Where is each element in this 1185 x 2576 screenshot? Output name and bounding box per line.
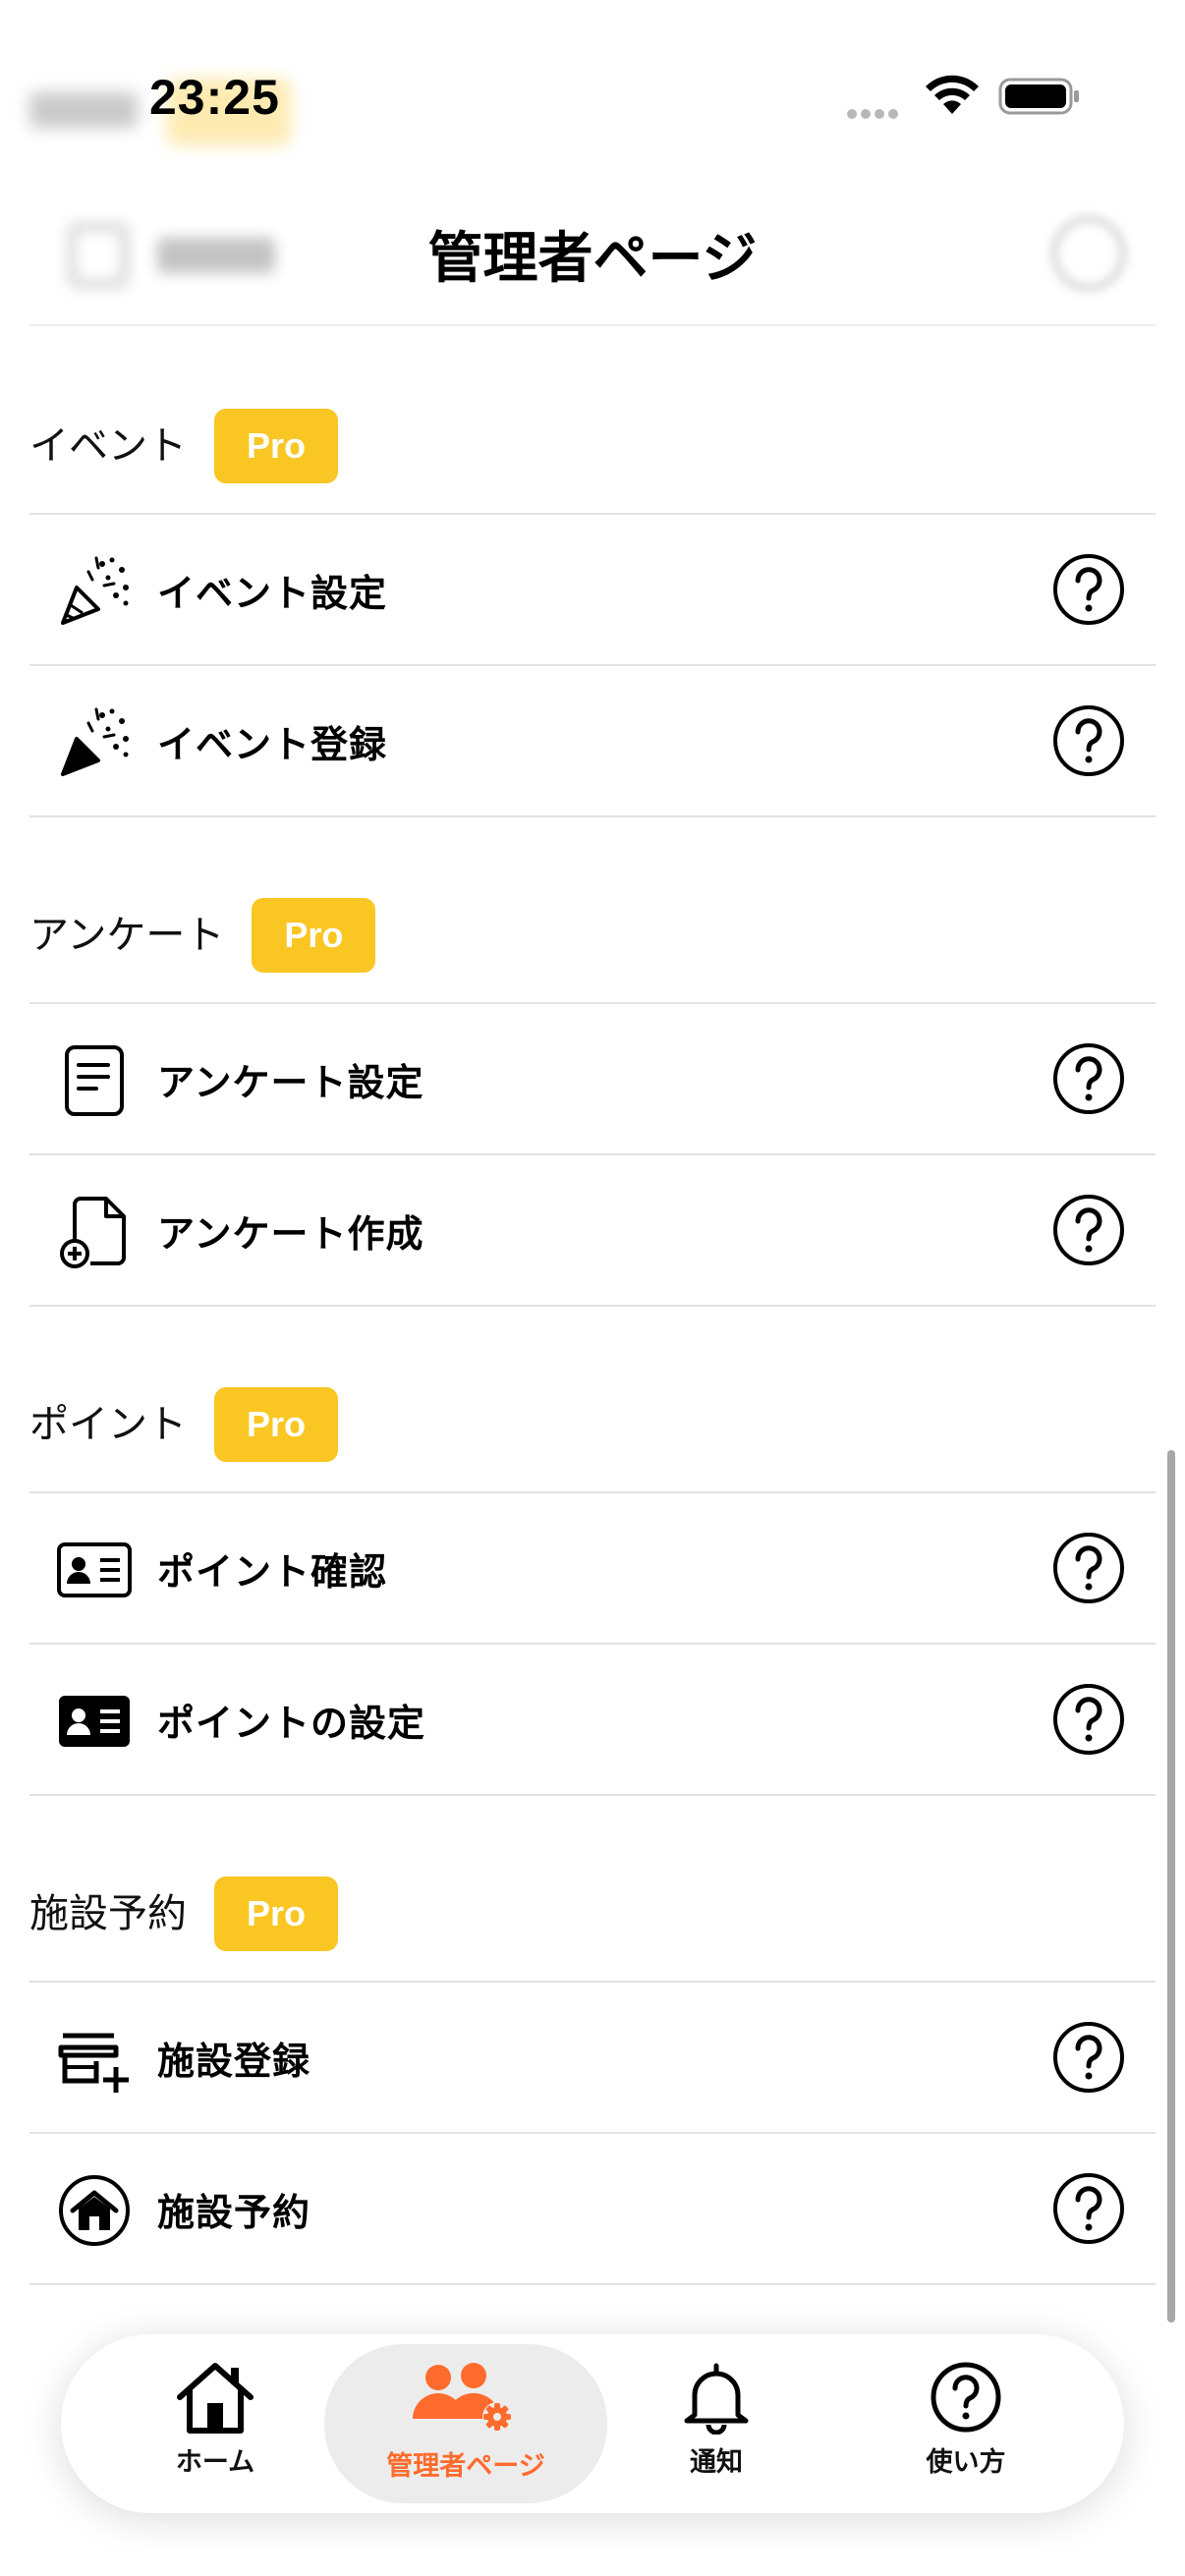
- tab-label: 管理者ページ: [386, 2451, 545, 2482]
- list-item-survey-settings[interactable]: アンケート設定: [29, 1004, 1156, 1155]
- help-circle-icon[interactable]: [1051, 2020, 1126, 2095]
- pro-badge: Pro: [214, 1876, 338, 1951]
- party-popper-outline-icon: [61, 556, 129, 625]
- tab-admin-page[interactable]: 管理者ページ: [324, 2344, 607, 2503]
- list-item-label: イベント登録: [157, 722, 388, 766]
- tab-label: 通知: [690, 2447, 743, 2478]
- list-item-facility-reserve[interactable]: 施設予約: [29, 2134, 1156, 2285]
- store-add-icon: [58, 2033, 129, 2093]
- home-icon: [177, 2363, 254, 2434]
- section-title: アンケート: [29, 913, 225, 958]
- battery-icon: [998, 78, 1079, 115]
- section-title: 施設予約: [29, 1891, 187, 1936]
- list-item-survey-create[interactable]: アンケート作成: [29, 1155, 1156, 1307]
- status-time: 23:25: [149, 70, 280, 125]
- help-circle-icon[interactable]: [1051, 552, 1126, 627]
- pro-badge: Pro: [214, 409, 338, 483]
- list-item-label: ポイント確認: [157, 1549, 388, 1594]
- home-circle-icon: [59, 2175, 130, 2246]
- blurred-background-content: [1051, 216, 1126, 291]
- list-item-event-register[interactable]: イベント登録: [29, 666, 1156, 817]
- list-item-event-settings[interactable]: イベント設定: [29, 515, 1156, 666]
- tab-label: 使い方: [926, 2447, 1006, 2478]
- list-item-label: 施設予約: [157, 2190, 311, 2234]
- section-title: イベント: [29, 423, 187, 469]
- users-gear-icon: [413, 2363, 512, 2432]
- cellular-signal-icon: [847, 104, 902, 123]
- list-item-label: ポイントの設定: [157, 1701, 426, 1745]
- help-circle-icon[interactable]: [1051, 1041, 1126, 1116]
- help-circle-icon[interactable]: [1051, 1531, 1126, 1605]
- document-icon: [65, 1045, 124, 1116]
- section-facility: 施設予約 Pro 施設登録 施設予約: [0, 1876, 1185, 2285]
- pro-badge: Pro: [214, 1387, 338, 1462]
- id-card-outline-icon: [57, 1542, 132, 1597]
- section-event: イベント Pro イベント設定 イベント登録: [0, 409, 1185, 817]
- help-circle-icon: [931, 2362, 1001, 2433]
- wifi-icon: [926, 75, 979, 114]
- list-item-point-check[interactable]: ポイント確認: [29, 1493, 1156, 1645]
- section-point: ポイント Pro ポイント確認 ポイントの設定: [0, 1387, 1185, 1796]
- help-circle-icon[interactable]: [1051, 1193, 1126, 1267]
- navigation-header: 管理者ページ: [0, 187, 1185, 326]
- list-item-facility-register[interactable]: 施設登録: [29, 1983, 1156, 2134]
- list-item-label: 施設登録: [157, 2039, 311, 2083]
- list-item-point-settings[interactable]: ポイントの設定: [29, 1645, 1156, 1796]
- scroll-indicator[interactable]: [1167, 1450, 1175, 2323]
- section-title: ポイント: [29, 1402, 187, 1447]
- section-survey: アンケート Pro アンケート設定 アンケート作成: [0, 898, 1185, 1307]
- pro-badge: Pro: [252, 898, 376, 973]
- tab-label: ホーム: [175, 2447, 255, 2478]
- help-circle-icon[interactable]: [1051, 2171, 1126, 2246]
- settings-list: イベント Pro イベント設定 イベント登録 アンケート Pro アンケート設定…: [0, 326, 1185, 2285]
- page-title: 管理者ページ: [427, 227, 758, 291]
- bell-icon: [684, 2363, 749, 2435]
- tab-how-to-use[interactable]: 使い方: [825, 2334, 1106, 2513]
- party-popper-filled-icon: [61, 707, 129, 776]
- status-bar: 23:25: [0, 0, 1185, 187]
- list-item-label: アンケート作成: [157, 1211, 424, 1256]
- tab-home[interactable]: ホーム: [75, 2334, 356, 2513]
- list-item-label: アンケート設定: [157, 1060, 424, 1104]
- id-card-filled-icon: [59, 1696, 130, 1747]
- help-circle-icon[interactable]: [1051, 703, 1126, 778]
- help-circle-icon[interactable]: [1051, 1682, 1126, 1757]
- list-item-label: イベント設定: [157, 571, 388, 615]
- document-add-icon: [60, 1197, 126, 1268]
- tab-notifications[interactable]: 通知: [576, 2334, 857, 2513]
- tab-bar: ホーム 管理者ページ 通知 使い方: [61, 2334, 1124, 2513]
